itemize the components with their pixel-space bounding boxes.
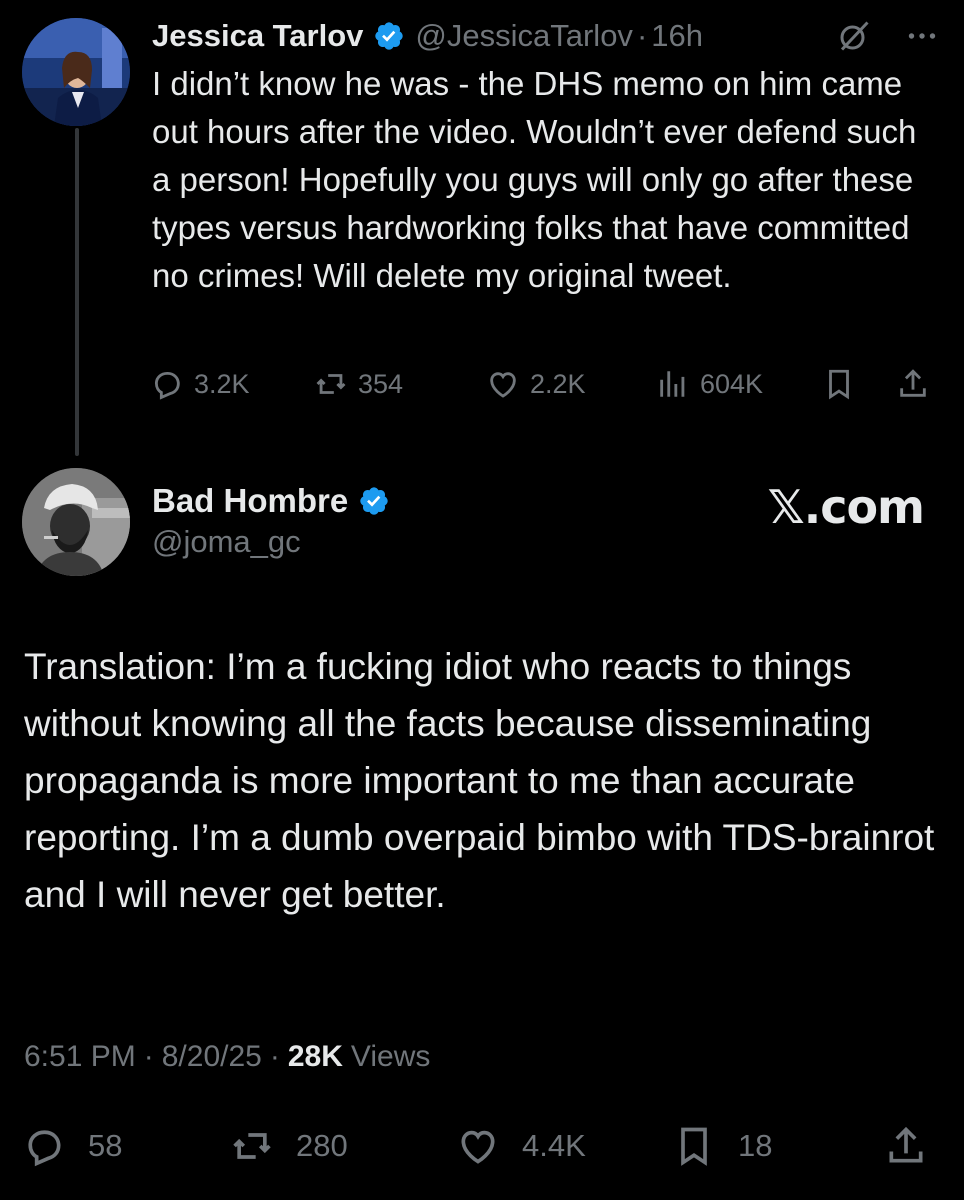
second-tweet-author: Bad Hombre [152, 478, 400, 524]
reply-icon [28, 1130, 61, 1167]
bookmark-icon [681, 1127, 707, 1166]
reply-count: 3.2K [194, 368, 250, 399]
reply-button[interactable]: 3.2K [150, 362, 250, 406]
share-button[interactable] [896, 362, 940, 406]
author-name[interactable]: Bad Hombre [152, 482, 348, 520]
bookmark-icon [829, 369, 849, 400]
repost-icon [233, 1133, 271, 1159]
meta-separator: · [269, 1040, 280, 1073]
share-icon [900, 369, 926, 397]
bookmark-button[interactable]: 18 [672, 1120, 772, 1172]
reply-button[interactable]: 58 [22, 1120, 122, 1172]
tweet-time[interactable]: 6:51 PM [24, 1040, 136, 1074]
verified-badge-icon [375, 22, 404, 50]
like-count: 4.4K [522, 1128, 586, 1163]
jessica-tarlov-avatar[interactable] [22, 18, 130, 126]
views-button[interactable]: 604K [656, 362, 763, 406]
header-separator: · [636, 18, 648, 53]
views-count: 604K [700, 368, 764, 399]
reply-count: 58 [88, 1128, 123, 1163]
verified-badge-icon [360, 487, 388, 515]
x-com-watermark: 𝕏.com [767, 480, 925, 534]
thread-connector-line [75, 128, 79, 456]
first-tweet-header: Jessica Tarlov @JessicaTarlov · 16h [152, 14, 952, 58]
author-name[interactable]: Jessica Tarlov [152, 18, 363, 54]
bad-hombre-avatar[interactable] [22, 468, 130, 576]
first-tweet-actions: 3.2K 354 2.2K 604K [150, 362, 950, 406]
second-tweet-actions: 58 280 4.4K 18 [22, 1120, 952, 1172]
views-icon [660, 371, 685, 397]
bookmark-count: 18 [738, 1128, 773, 1163]
share-button[interactable] [884, 1120, 950, 1172]
author-handle[interactable]: @joma_gc [152, 524, 301, 560]
avatar-image-1 [22, 18, 130, 126]
repost-icon [316, 374, 346, 394]
views-label: Views [350, 1040, 431, 1073]
repost-button[interactable]: 280 [230, 1120, 348, 1172]
grok-icon[interactable] [836, 18, 872, 54]
repost-count: 354 [358, 368, 404, 399]
meta-separator: · [143, 1040, 154, 1073]
author-handle[interactable]: @JessicaTarlov [415, 18, 633, 54]
views-count: 28K [287, 1040, 343, 1073]
tweet-date[interactable]: 8/20/25 [162, 1040, 262, 1074]
like-button[interactable]: 4.4K [456, 1120, 586, 1172]
bookmark-button[interactable] [822, 362, 866, 406]
second-tweet-text: Translation: I’m a fucking idiot who rea… [24, 646, 935, 915]
repost-button[interactable]: 354 [314, 362, 403, 406]
more-icon[interactable] [904, 18, 940, 54]
like-icon [461, 1130, 495, 1164]
like-button[interactable]: 2.2K [486, 362, 586, 406]
avatar-image-2 [22, 468, 130, 576]
reply-icon [154, 371, 180, 400]
tweet-meta: 6:51 PM · 8/20/25 · 28K Views [24, 1040, 430, 1074]
first-tweet-text: I didn’t know he was - the DHS memo on h… [152, 65, 917, 294]
share-icon [889, 1126, 923, 1163]
repost-count: 280 [296, 1128, 348, 1163]
tweet-time[interactable]: 16h [651, 18, 703, 54]
like-count: 2.2K [530, 368, 586, 399]
like-icon [490, 372, 516, 398]
